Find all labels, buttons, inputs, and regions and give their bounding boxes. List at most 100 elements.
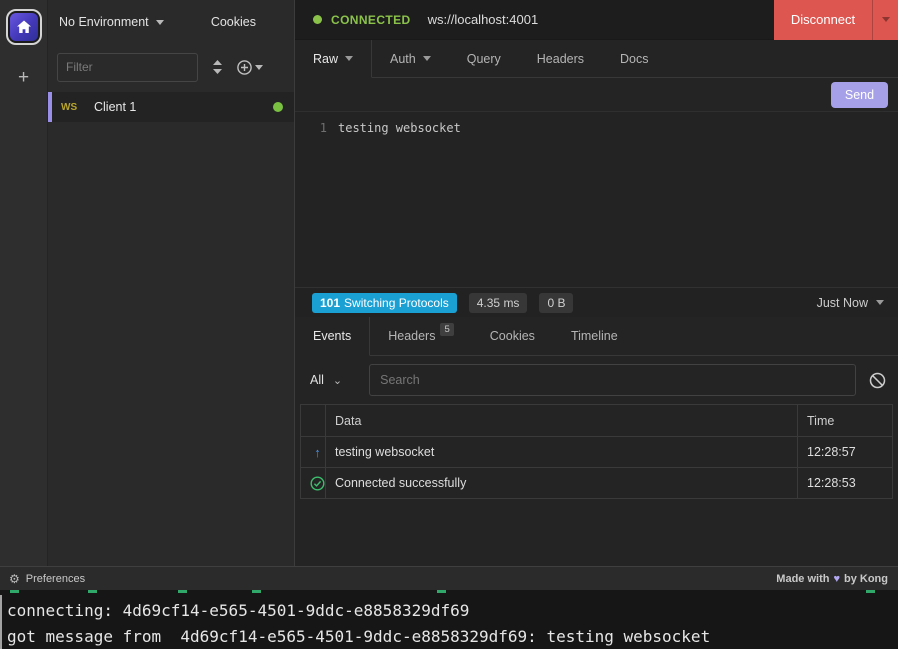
event-data[interactable]: testing websocket	[326, 437, 798, 468]
terminal-left-edge	[0, 595, 2, 649]
terminal-line-connecting: connecting: 4d69cf14-e565-4501-9ddc-e885…	[0, 598, 898, 624]
clipped-terminal-line-fragment	[252, 590, 261, 593]
connection-bar: CONNECTED ws://localhost:4001 Disconnect	[295, 0, 898, 40]
tab-auth[interactable]: Auth	[372, 40, 449, 77]
response-history-dropdown[interactable]: Just Now	[817, 296, 884, 310]
tab-timeline-label: Timeline	[571, 329, 618, 343]
workbench: + No Environment Cookies	[0, 0, 898, 566]
tab-query-label: Query	[467, 52, 501, 66]
tab-response-cookies-label: Cookies	[490, 329, 535, 343]
time-column-header: Time	[798, 405, 893, 437]
tab-response-cookies[interactable]: Cookies	[472, 317, 553, 355]
tab-docs[interactable]: Docs	[602, 40, 666, 77]
chevron-down-icon	[876, 300, 884, 305]
new-project-button[interactable]: +	[18, 68, 29, 87]
arrow-up-icon: ↑	[314, 445, 321, 460]
headers-count-badge: 5	[440, 323, 453, 336]
check-circle-icon	[310, 476, 325, 491]
plus-circle-icon	[237, 60, 252, 75]
circle-slash-icon	[869, 372, 886, 389]
disconnect-label: Disconnect	[774, 0, 872, 40]
size-badge: 0 B	[539, 293, 573, 313]
terminal-output: connecting: 4d69cf14-e565-4501-9ddc-e885…	[0, 590, 898, 649]
add-request-button[interactable]	[237, 60, 263, 75]
clear-events-button[interactable]	[869, 372, 886, 389]
connected-dot	[313, 15, 322, 24]
client-connected-dot	[273, 102, 283, 112]
event-row-connected[interactable]: Connected successfully 12:28:53	[301, 468, 893, 499]
insomnia-window: + No Environment Cookies	[0, 0, 898, 649]
clipped-terminal-line-fragment	[10, 590, 19, 593]
response-status-bar: 101Switching Protocols 4.35 ms 0 B Just …	[295, 287, 898, 317]
tab-headers[interactable]: Headers	[519, 40, 602, 77]
chevron-down-icon	[423, 56, 431, 61]
event-row-sent[interactable]: ↑ testing websocket 12:28:57	[301, 437, 893, 468]
sort-icon	[212, 60, 223, 74]
status-code: 101	[320, 296, 340, 310]
connection-status: CONNECTED	[331, 13, 411, 27]
heart-icon: ♥	[833, 573, 840, 585]
tab-raw[interactable]: Raw	[295, 40, 372, 78]
tab-headers-label: Headers	[537, 52, 584, 66]
kong-credit: Made with ♥ by Kong	[776, 573, 888, 585]
clipped-terminal-line-fragment	[437, 590, 446, 593]
tab-auth-label: Auth	[390, 52, 416, 66]
environment-label: No Environment	[59, 15, 149, 29]
events-table-header: Data Time	[301, 405, 893, 437]
environment-selector[interactable]: No Environment	[59, 15, 164, 29]
sidebar-filter-input[interactable]	[57, 53, 198, 82]
send-row: Send	[295, 78, 898, 112]
connected-event-cell	[301, 468, 326, 499]
home-button[interactable]	[6, 9, 42, 45]
editor-text[interactable]: testing websocket	[338, 119, 898, 137]
status-code-badge[interactable]: 101Switching Protocols	[312, 293, 457, 313]
activity-rail: +	[0, 0, 48, 566]
event-time: 12:28:57	[798, 437, 893, 468]
chevron-down-icon	[345, 56, 353, 61]
event-type-select[interactable]: All ⌄	[307, 373, 352, 387]
events-filter-row: All ⌄	[295, 356, 898, 404]
status-footer: ⚙ Preferences Made with ♥ by Kong	[0, 566, 898, 590]
events-table-zone: Data Time ↑ testing websocket 12:28:57	[295, 404, 898, 566]
sidebar: No Environment Cookies	[48, 0, 294, 566]
clipped-terminal-line-fragment	[866, 590, 875, 593]
client-name: Client 1	[94, 100, 136, 114]
terminal-line-got-message: got message from 4d69cf14-e565-4501-9ddc…	[0, 624, 898, 649]
clipped-terminal-line-fragment	[88, 590, 97, 593]
sidebar-item-client-1[interactable]: WS Client 1	[48, 92, 294, 122]
recency-label: Just Now	[817, 296, 868, 310]
credit-prefix: Made with	[776, 573, 829, 585]
home-icon	[16, 19, 32, 35]
events-search-input[interactable]	[369, 364, 856, 396]
main-pane: CONNECTED ws://localhost:4001 Disconnect…	[294, 0, 898, 566]
editor-line: 1 testing websocket	[295, 119, 898, 137]
disconnect-button[interactable]: Disconnect	[774, 0, 898, 40]
websocket-url[interactable]: ws://localhost:4001	[428, 12, 539, 27]
chevron-down-icon	[882, 17, 890, 22]
preferences-button[interactable]: ⚙ Preferences	[9, 573, 85, 585]
message-editor[interactable]: 1 testing websocket	[295, 112, 898, 287]
chevron-down-icon	[156, 20, 164, 25]
clipped-terminal-line-fragment	[178, 590, 187, 593]
sort-button[interactable]	[212, 60, 223, 74]
icon-column-header	[301, 405, 326, 437]
send-button[interactable]: Send	[831, 82, 888, 108]
chevron-down-icon: ⌄	[333, 374, 342, 387]
tab-events[interactable]: Events	[295, 317, 370, 356]
home-button-face	[10, 13, 38, 41]
event-data[interactable]: Connected successfully	[326, 468, 798, 499]
sidebar-top-row: No Environment Cookies	[48, 0, 294, 44]
tab-raw-label: Raw	[313, 52, 338, 66]
tab-query[interactable]: Query	[449, 40, 519, 77]
sent-message-cell: ↑	[301, 437, 326, 468]
data-column-header: Data	[326, 405, 798, 437]
terminal[interactable]: connecting: 4d69cf14-e565-4501-9ddc-e885…	[0, 590, 898, 649]
cookies-button[interactable]: Cookies	[211, 15, 256, 29]
duration-badge: 4.35 ms	[469, 293, 528, 313]
tab-docs-label: Docs	[620, 52, 648, 66]
tab-timeline[interactable]: Timeline	[553, 317, 636, 355]
tab-response-headers-label: Headers	[388, 329, 435, 343]
events-table: Data Time ↑ testing websocket 12:28:57	[300, 404, 893, 499]
tab-response-headers[interactable]: Headers 5	[370, 317, 472, 355]
disconnect-dropdown[interactable]	[872, 0, 898, 40]
